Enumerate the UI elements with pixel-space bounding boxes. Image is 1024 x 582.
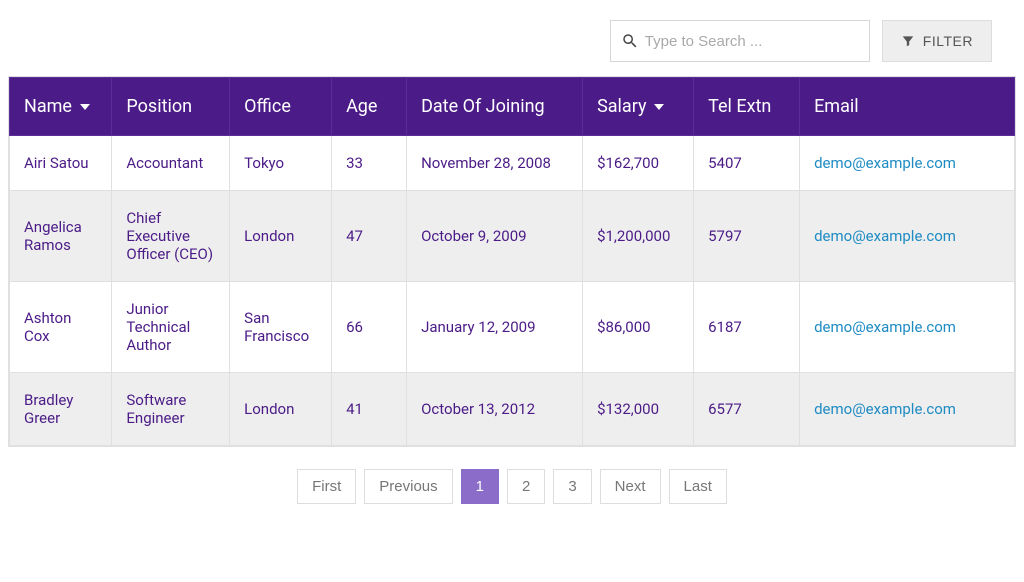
col-header-extn[interactable]: Tel Extn [694, 78, 800, 136]
table-row: Ashton Cox Junior Technical Author San F… [10, 282, 1015, 373]
cell-position: Accountant [112, 136, 230, 191]
cell-extn: 5797 [694, 191, 800, 282]
col-header-label: Tel Extn [708, 96, 771, 117]
page-last[interactable]: Last [669, 469, 727, 504]
cell-email[interactable]: demo@example.com [800, 373, 1015, 446]
page-first[interactable]: First [297, 469, 356, 504]
cell-age: 41 [332, 373, 407, 446]
data-table: Name Position Office Age Date Of Joining… [9, 77, 1015, 446]
cell-extn: 5407 [694, 136, 800, 191]
page-next[interactable]: Next [600, 469, 661, 504]
filter-icon [901, 34, 915, 48]
cell-salary: $162,700 [583, 136, 694, 191]
cell-email[interactable]: demo@example.com [800, 191, 1015, 282]
sort-caret-icon [654, 104, 664, 110]
cell-doj: November 28, 2008 [407, 136, 583, 191]
table-scroll[interactable]: Name Position Office Age Date Of Joining… [8, 76, 1016, 447]
cell-age: 33 [332, 136, 407, 191]
cell-email[interactable]: demo@example.com [800, 282, 1015, 373]
col-header-position[interactable]: Position [112, 78, 230, 136]
page-number[interactable]: 3 [553, 469, 591, 504]
cell-salary: $86,000 [583, 282, 694, 373]
col-header-label: Position [126, 96, 192, 117]
table-row: Bradley Greer Software Engineer London 4… [10, 373, 1015, 446]
search-icon [621, 32, 639, 50]
cell-age: 47 [332, 191, 407, 282]
toolbar: FILTER [8, 20, 1016, 62]
cell-office: London [230, 191, 332, 282]
cell-extn: 6187 [694, 282, 800, 373]
cell-name: Bradley Greer [10, 373, 112, 446]
cell-name: Ashton Cox [10, 282, 112, 373]
table-row: Airi Satou Accountant Tokyo 33 November … [10, 136, 1015, 191]
cell-office: London [230, 373, 332, 446]
cell-position: Junior Technical Author [112, 282, 230, 373]
cell-position: Chief Executive Officer (CEO) [112, 191, 230, 282]
col-header-label: Age [346, 96, 377, 117]
cell-office: Tokyo [230, 136, 332, 191]
filter-button[interactable]: FILTER [882, 20, 992, 62]
col-header-label: Date Of Joining [421, 96, 545, 117]
col-header-name[interactable]: Name [10, 78, 112, 136]
cell-salary: $132,000 [583, 373, 694, 446]
col-header-label: Salary [597, 96, 646, 117]
cell-name: Angelica Ramos [10, 191, 112, 282]
cell-doj: October 9, 2009 [407, 191, 583, 282]
cell-extn: 6577 [694, 373, 800, 446]
cell-doj: January 12, 2009 [407, 282, 583, 373]
cell-email[interactable]: demo@example.com [800, 136, 1015, 191]
col-header-label: Email [814, 96, 859, 117]
cell-office: San Francisco [230, 282, 332, 373]
col-header-doj[interactable]: Date Of Joining [407, 78, 583, 136]
table-header-row: Name Position Office Age Date Of Joining… [10, 78, 1015, 136]
table-row: Angelica Ramos Chief Executive Officer (… [10, 191, 1015, 282]
sort-caret-icon [80, 104, 90, 110]
page-number[interactable]: 2 [507, 469, 545, 504]
cell-doj: October 13, 2012 [407, 373, 583, 446]
cell-position: Software Engineer [112, 373, 230, 446]
cell-name: Airi Satou [10, 136, 112, 191]
cell-age: 66 [332, 282, 407, 373]
page-number[interactable]: 1 [461, 469, 499, 504]
col-header-email[interactable]: Email [800, 78, 1015, 136]
pagination: First Previous 1 2 3 Next Last [8, 469, 1016, 504]
page-previous[interactable]: Previous [364, 469, 452, 504]
col-header-label: Office [244, 96, 291, 117]
cell-salary: $1,200,000 [583, 191, 694, 282]
search-input[interactable] [645, 33, 859, 50]
filter-button-label: FILTER [923, 33, 973, 49]
search-box[interactable] [610, 20, 870, 62]
col-header-salary[interactable]: Salary [583, 78, 694, 136]
col-header-label: Name [24, 96, 72, 117]
col-header-office[interactable]: Office [230, 78, 332, 136]
col-header-age[interactable]: Age [332, 78, 407, 136]
